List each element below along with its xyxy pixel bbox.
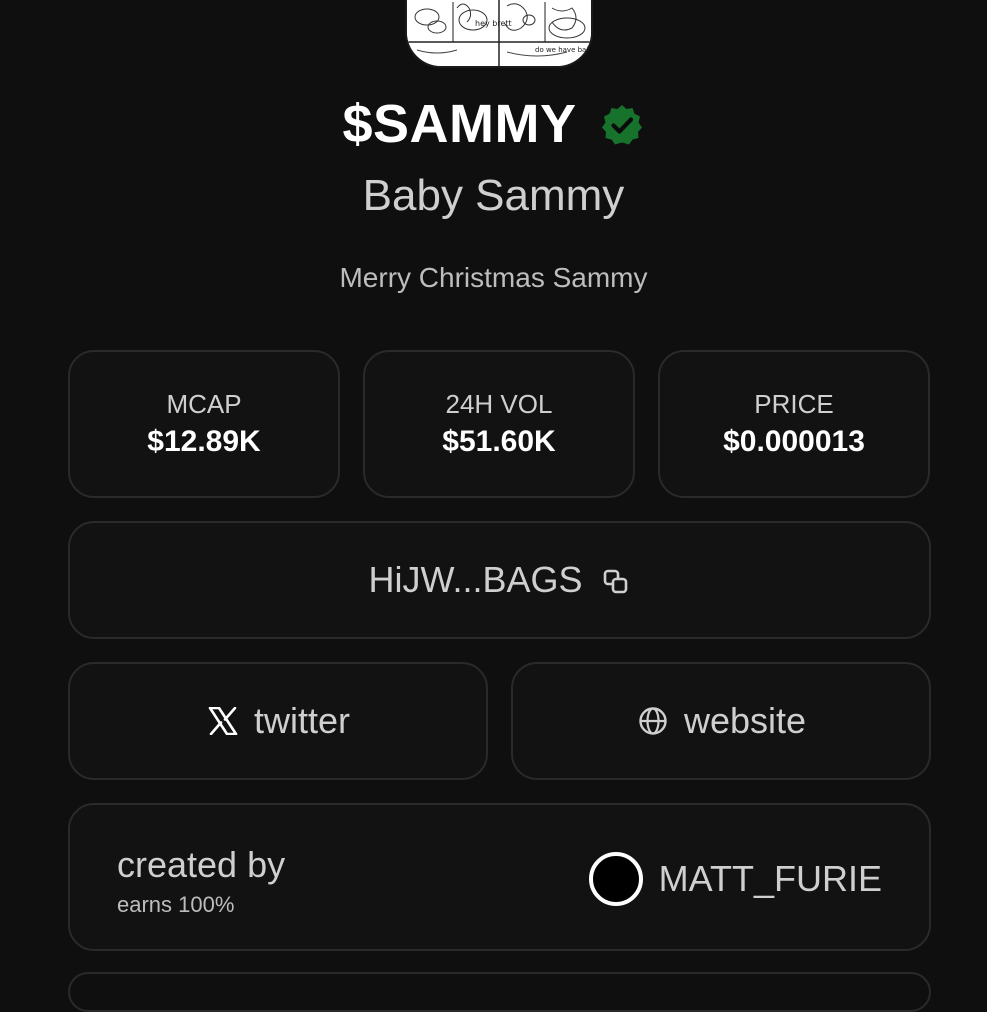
stat-label: PRICE xyxy=(754,389,834,419)
token-name: Baby Sammy xyxy=(362,171,625,220)
x-logo-icon xyxy=(206,704,240,738)
token-image: hey brett do we have baby po xyxy=(405,0,593,68)
creator-username: MATT_FURIE xyxy=(658,858,882,899)
next-card-edge xyxy=(68,972,931,1012)
stat-card-price: PRICE $0.000013 xyxy=(658,350,930,498)
comic-speech-1: hey brett xyxy=(475,19,512,28)
twitter-link-button[interactable]: twitter xyxy=(68,662,488,780)
contract-address-button[interactable]: HiJW...BAGS xyxy=(68,521,931,639)
token-description: Merry Christmas Sammy xyxy=(339,262,648,293)
website-link-button[interactable]: website xyxy=(511,662,931,780)
earns-label: earns 100% xyxy=(117,892,235,917)
verified-badge-icon xyxy=(599,102,645,148)
stat-label: MCAP xyxy=(166,389,242,419)
stat-card-volume: 24H VOL $51.60K xyxy=(363,350,635,498)
website-link-label: website xyxy=(683,700,807,741)
comic-illustration: hey brett do we have baby po xyxy=(407,0,591,66)
creator-card: created by earns 100% MATT_FURIE xyxy=(68,803,931,951)
creator-profile-link[interactable]: MATT_FURIE xyxy=(588,852,882,906)
stat-value: $12.89K xyxy=(147,425,261,458)
twitter-link-label: twitter xyxy=(253,700,350,741)
contract-address-text: HiJW...BAGS xyxy=(368,559,583,600)
created-by-label: created by xyxy=(117,844,286,885)
stat-card-mcap: MCAP $12.89K xyxy=(68,350,340,498)
stat-label: 24H VOL xyxy=(445,389,553,419)
comic-speech-2: do we have baby po xyxy=(535,46,591,54)
stat-value: $51.60K xyxy=(442,425,556,458)
globe-icon xyxy=(636,704,670,738)
copy-icon[interactable] xyxy=(601,567,631,597)
stat-value: $0.000013 xyxy=(723,425,865,458)
title-row: $SAMMY xyxy=(0,92,987,156)
token-ticker: $SAMMY xyxy=(342,94,577,154)
avatar xyxy=(588,852,643,906)
